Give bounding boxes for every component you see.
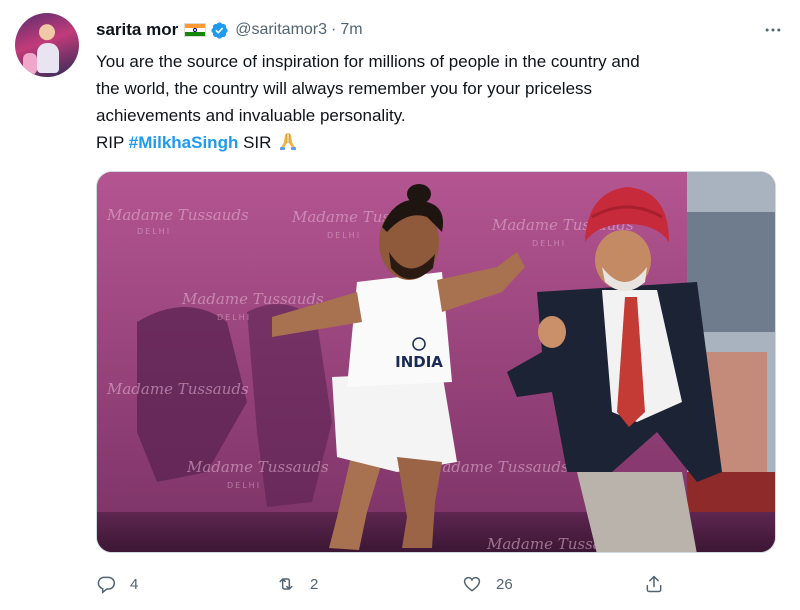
hashtag-link[interactable]: #MilkhaSingh [129,133,239,152]
watermark-text: Madame Tussauds [106,380,249,398]
avatar-figure-secondary [23,53,37,75]
tweet-text-line: the world, the country will always remem… [96,79,593,98]
watermark-text: Madame Tussauds [181,290,324,308]
like-button[interactable]: 26 [462,570,513,598]
share-button[interactable] [644,570,664,598]
like-count: 26 [496,575,513,593]
tweet-header: sarita mor @saritamor3 · 7m [96,18,363,42]
watermark-subtext: DELHI [137,227,171,236]
retweet-count: 2 [310,575,319,593]
watermark-text: Madame Tussauds [106,206,249,224]
watermark-subtext: DELHI [532,239,566,248]
retweet-button[interactable]: 2 [276,570,318,598]
tweet-actions: 4 2 26 [96,570,776,598]
author-handle[interactable]: @saritamor3 [235,21,327,39]
folded-hands-emoji-icon [278,131,298,151]
tweet-photo[interactable]: Madame Tussauds Madame Tussauds Madame T… [96,171,776,553]
reply-icon [97,576,116,594]
tweet-text-rip-line: RIP #MilkhaSingh SIR [96,129,786,156]
watermark-subtext: DELHI [327,231,361,240]
more-icon[interactable] [758,18,788,42]
heart-icon [463,576,481,592]
share-icon [646,575,662,593]
india-flag-icon [184,23,207,37]
rip-suffix: SIR [238,133,277,152]
jersey-text: INDIA [395,353,443,371]
rip-prefix: RIP [96,133,129,152]
author-name[interactable]: sarita mor [96,20,178,40]
verified-badge-icon [210,21,229,40]
watermark-text: Madame Tussauds [186,458,329,476]
avatar[interactable] [15,13,79,77]
watermark-subtext: DELHI [227,481,261,490]
tweet-text-line: achievements and invaluable personality. [96,106,406,125]
tweet-text: You are the source of inspiration for mi… [96,48,786,156]
tweet-text-line: You are the source of inspiration for mi… [96,52,640,71]
watermark-subtext: DELHI [217,313,251,322]
photo-scene: Madame Tussauds Madame Tussauds Madame T… [97,172,775,552]
avatar-figure [37,43,59,73]
tweet-timestamp[interactable]: 7m [340,21,362,39]
reply-count: 4 [130,575,139,593]
retweet-icon [279,578,293,590]
separator-dot: · [331,21,337,38]
reply-button[interactable]: 4 [96,570,138,598]
